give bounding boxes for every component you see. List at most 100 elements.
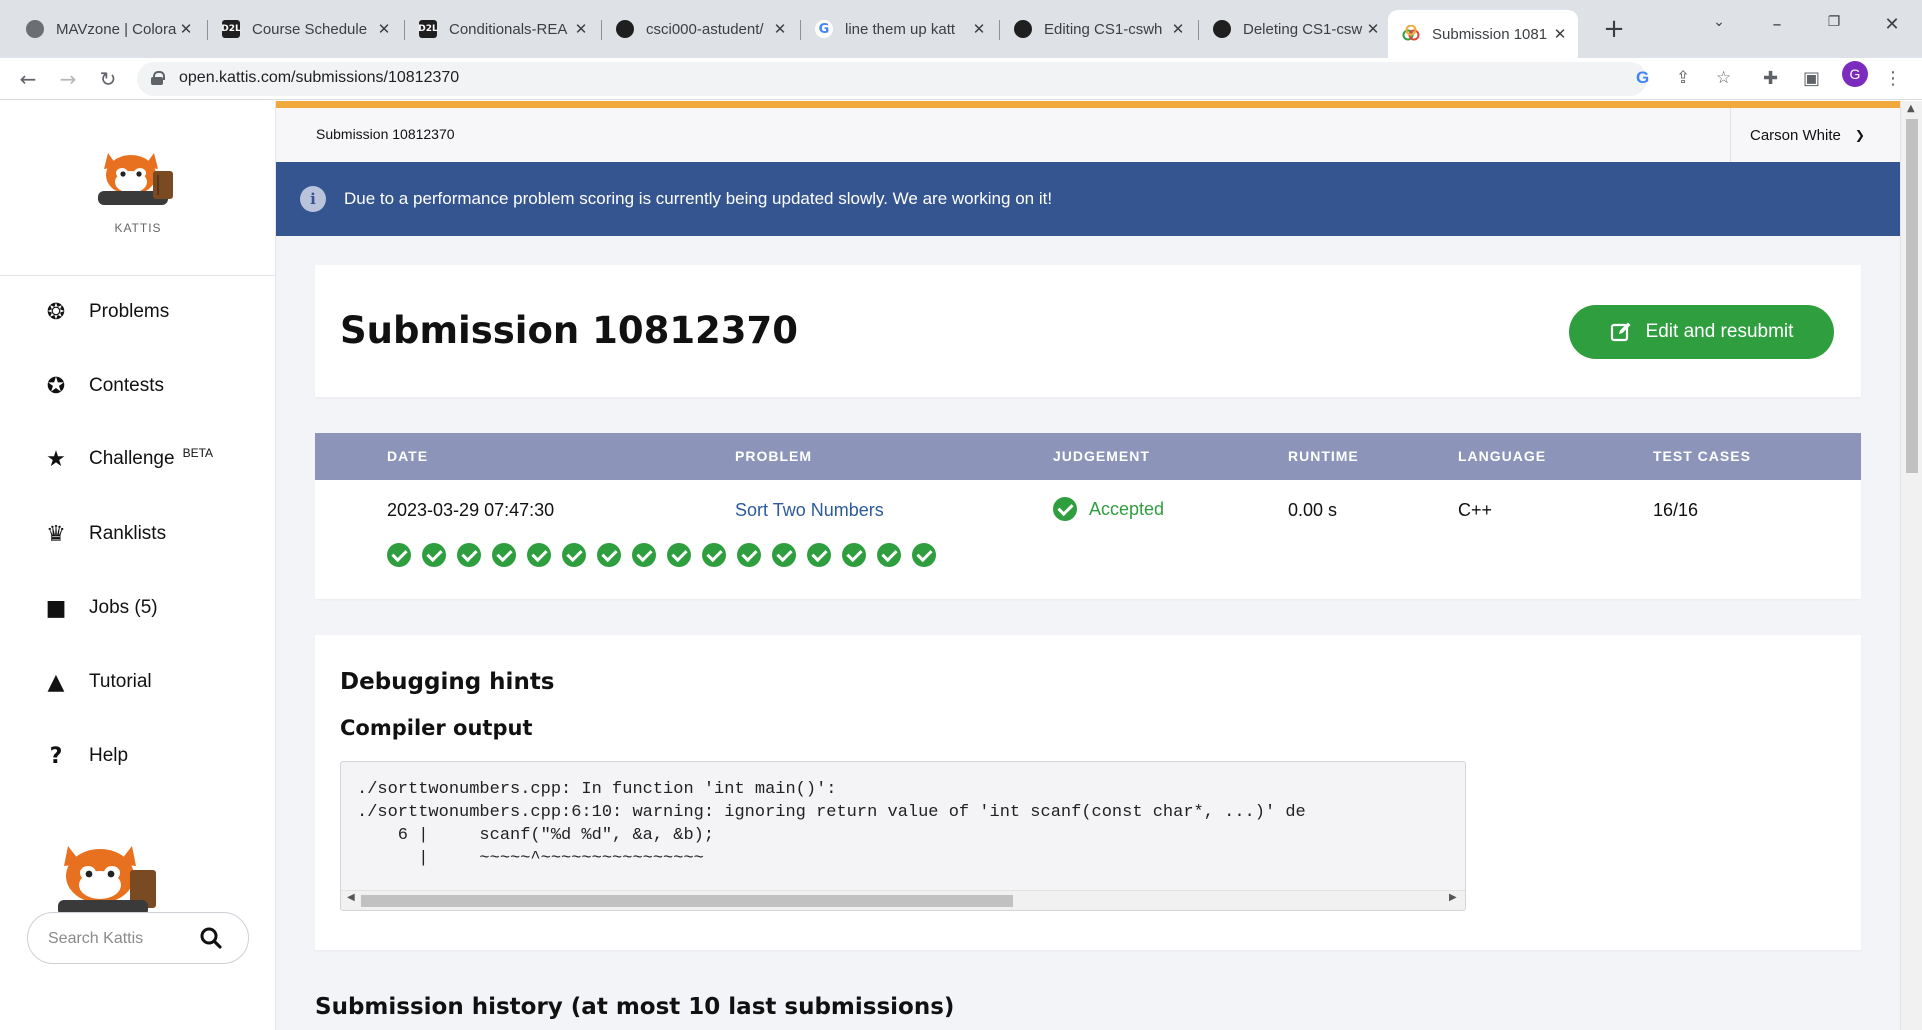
top-bar: Submission 10812370 Carson White ❯: [276, 101, 1900, 162]
browser-tab-course-schedule[interactable]: D2L Course Schedule ✕: [208, 12, 402, 46]
submission-date: 2023-03-29 07:47:30: [387, 500, 555, 520]
sidebar-item-label: Help: [89, 745, 129, 766]
test-case-pass-icon[interactable]: [912, 543, 936, 567]
github-favicon-icon: [1014, 20, 1032, 38]
compiler-output-heading: Compiler output: [340, 716, 533, 740]
test-case-pass-icon[interactable]: [527, 543, 551, 567]
user-menu[interactable]: Carson White ❯: [1730, 108, 1900, 162]
sidebar-item-tutorial[interactable]: ▲ Tutorial: [40, 665, 152, 699]
column-header-problem: PROBLEM: [735, 448, 812, 464]
beta-badge: BETA: [182, 446, 214, 460]
close-tab-icon[interactable]: ✕: [573, 20, 589, 38]
edit-button-label: Edit and resubmit: [1645, 321, 1794, 342]
sidebar-item-help[interactable]: ? Help: [40, 739, 128, 773]
test-case-pass-icon[interactable]: [807, 543, 831, 567]
close-tab-icon[interactable]: ✕: [178, 20, 194, 38]
browser-tab-deleting-cs1[interactable]: Deleting CS1-csw ✕: [1199, 12, 1391, 46]
close-tab-icon[interactable]: ✕: [376, 20, 392, 38]
restore-icon[interactable]: ❐: [1822, 14, 1846, 30]
tab-title: csci000-astudent/: [646, 20, 764, 38]
horizontal-scrollbar[interactable]: ◀ ▶: [341, 890, 1465, 910]
close-tab-icon[interactable]: ✕: [971, 20, 987, 38]
compiler-output-box[interactable]: ./sorttwonumbers.cpp: In function 'int m…: [340, 761, 1466, 911]
browser-menu-icon[interactable]: ⋮: [1884, 68, 1902, 89]
url-text[interactable]: open.kattis.com/submissions/10812370: [179, 69, 459, 87]
sidebar-item-contests[interactable]: ✪ Contests: [40, 369, 164, 403]
lock-icon[interactable]: [151, 71, 165, 85]
test-case-pass-icon[interactable]: [702, 543, 726, 567]
test-case-pass-icon[interactable]: [597, 543, 621, 567]
close-window-icon[interactable]: ✕: [1880, 14, 1904, 35]
browser-tab-conditionals[interactable]: D2L Conditionals-REA ✕: [405, 12, 599, 46]
extensions-puzzle-icon[interactable]: ✚: [1763, 68, 1778, 89]
submission-header-card: Submission 10812370 Edit and resubmit: [315, 265, 1861, 397]
test-case-pass-icon[interactable]: [492, 543, 516, 567]
test-case-pass-icon[interactable]: [562, 543, 586, 567]
scrollbar-thumb[interactable]: [361, 895, 1013, 907]
address-bar[interactable]: open.kattis.com/submissions/10812370 G ⇪…: [137, 62, 1731, 96]
github-favicon-icon: [1213, 20, 1231, 38]
test-case-pass-icon[interactable]: [667, 543, 691, 567]
sidebar-item-problems[interactable]: ❂ Problems: [40, 295, 169, 329]
scrollbar-thumb[interactable]: [1906, 119, 1918, 473]
search-icon[interactable]: [198, 925, 224, 951]
test-case-pass-icon[interactable]: [422, 543, 446, 567]
close-tab-icon[interactable]: ✕: [1552, 25, 1568, 43]
test-case-pass-icon[interactable]: [877, 543, 901, 567]
test-cases-value: 16/16: [1653, 500, 1699, 520]
scroll-right-icon[interactable]: ▶: [1449, 892, 1457, 903]
code-line: 6 | scanf("%d %d", &a, &b);: [357, 826, 715, 845]
tab-search-chevron-icon[interactable]: ⌄: [1707, 14, 1731, 30]
mavzone-favicon-icon: [26, 20, 44, 38]
test-case-pass-icon[interactable]: [842, 543, 866, 567]
test-case-pass-icon[interactable]: [632, 543, 656, 567]
page-scrollbar[interactable]: ▲: [1900, 101, 1922, 1030]
sidebar-item-jobs[interactable]: ■ Jobs (5): [40, 591, 158, 625]
new-tab-button[interactable]: +: [1600, 16, 1628, 44]
kattis-mascot-image: [54, 836, 164, 916]
code-line: | ~~~~~^~~~~~~~~~~~~~~~~: [357, 849, 704, 868]
sidebar-item-label: Problems: [89, 301, 170, 322]
user-name: Carson White: [1750, 126, 1841, 144]
share-icon[interactable]: ⇪: [1676, 68, 1690, 88]
close-tab-icon[interactable]: ✕: [1170, 20, 1186, 38]
test-case-pass-icon[interactable]: [737, 543, 761, 567]
browser-tab-editing-cs1[interactable]: Editing CS1-cswh ✕: [1000, 12, 1196, 46]
browser-toolbar: ← → ↻ open.kattis.com/submissions/108123…: [0, 58, 1922, 100]
bookmark-star-icon[interactable]: ☆: [1716, 68, 1731, 88]
page-title: Submission 10812370: [340, 309, 799, 352]
browser-tab-csci000[interactable]: csci000-astudent/ ✕: [602, 12, 798, 46]
sidebar-item-ranklists[interactable]: ♛ Ranklists: [40, 517, 166, 551]
close-tab-icon[interactable]: ✕: [772, 20, 788, 38]
back-arrow-icon[interactable]: ←: [15, 66, 41, 92]
profile-avatar[interactable]: G: [1842, 61, 1868, 87]
test-case-pass-icon[interactable]: [457, 543, 481, 567]
edit-and-resubmit-button[interactable]: Edit and resubmit: [1569, 305, 1834, 359]
github-favicon-icon: [616, 20, 634, 38]
sidebar-item-label: Ranklists: [89, 523, 167, 544]
scroll-left-icon[interactable]: ◀: [347, 892, 355, 903]
search-input[interactable]: [48, 927, 198, 951]
scroll-up-icon[interactable]: ▲: [1907, 103, 1915, 114]
side-panel-icon[interactable]: ▣: [1803, 68, 1820, 89]
search-box[interactable]: [27, 912, 249, 964]
minimize-icon[interactable]: –: [1765, 14, 1789, 35]
language-value: C++: [1458, 500, 1493, 520]
forward-arrow-icon[interactable]: →: [55, 66, 81, 92]
test-case-pass-icon[interactable]: [772, 543, 796, 567]
browser-tab-mavzone[interactable]: MAVzone | Colora ✕: [12, 12, 204, 46]
close-tab-icon[interactable]: ✕: [1365, 20, 1381, 38]
browser-tab-google-search[interactable]: G line them up katt ✕: [801, 12, 997, 46]
medal-icon: ✪: [46, 373, 66, 399]
reload-icon[interactable]: ↻: [95, 66, 121, 92]
google-favicon-icon: G: [815, 20, 833, 38]
kattis-logo[interactable]: [96, 145, 180, 205]
google-translate-icon[interactable]: G: [1636, 68, 1649, 88]
browser-tab-submission[interactable]: Submission 1081 ✕: [1388, 10, 1578, 58]
graduation-cap-icon: ▲: [47, 669, 65, 695]
test-case-pass-icon[interactable]: [387, 543, 411, 567]
sidebar-item-challenge[interactable]: ★ Challenge BETA: [40, 442, 213, 476]
problem-link[interactable]: Sort Two Numbers: [735, 500, 884, 521]
column-header-runtime: RUNTIME: [1288, 448, 1359, 464]
debugging-card: Debugging hints Compiler output ./sorttw…: [315, 635, 1861, 950]
